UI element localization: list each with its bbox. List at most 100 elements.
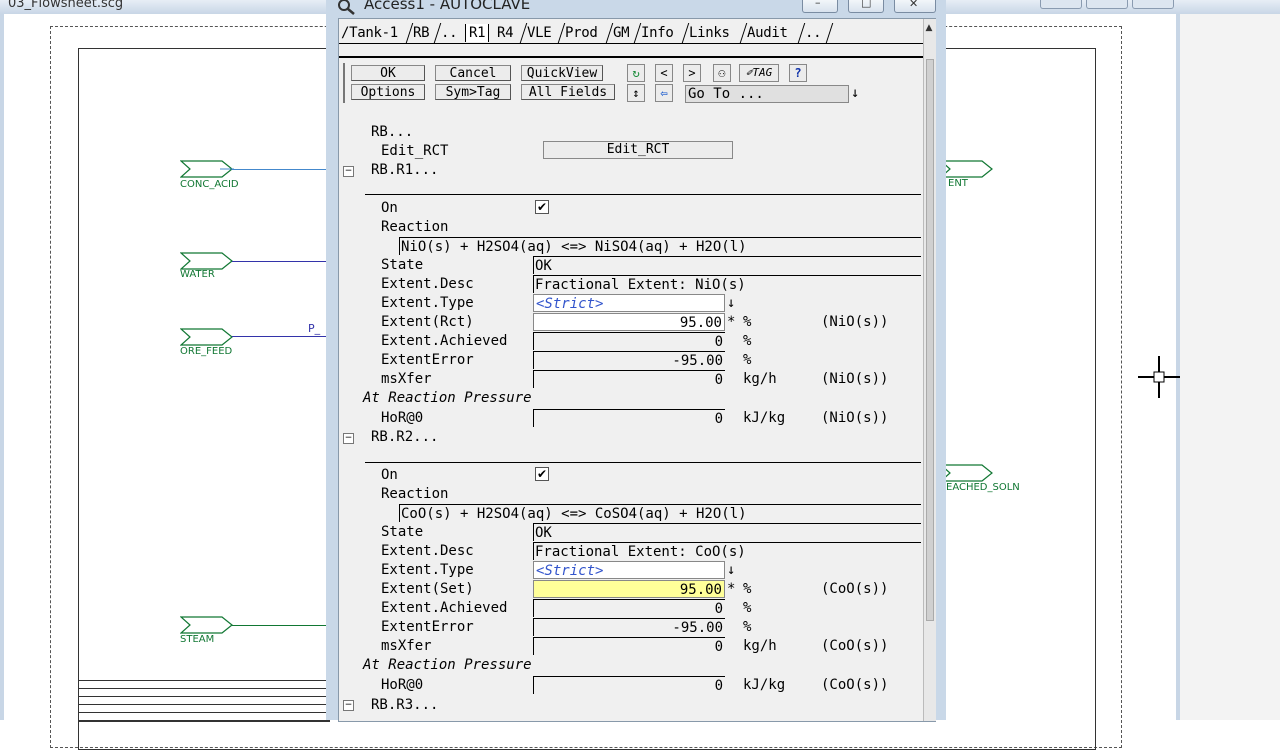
stream-arrow-conc-acid-icon[interactable] <box>180 160 234 178</box>
maximize-button[interactable]: □ <box>848 0 884 13</box>
quickview-button[interactable]: QuickView <box>521 65 603 81</box>
r2-extent-label: Extent(Set) <box>381 581 474 597</box>
toolbar-separator <box>343 63 345 103</box>
help-button[interactable]: ? <box>789 64 807 82</box>
r1-achieved-value: 0 <box>533 332 725 350</box>
tab-vle[interactable]: VLE <box>527 24 552 42</box>
r2-error-value: -95.00 <box>533 618 725 636</box>
sym-tag-button[interactable]: Sym>Tag <box>435 84 511 100</box>
previous-button[interactable]: < <box>655 64 673 82</box>
close-button[interactable]: ✕ <box>894 0 936 13</box>
background-close-button[interactable] <box>1132 0 1174 9</box>
r1-extent-species: (NiO(s)) <box>821 314 889 330</box>
r1-msxfer-value: 0 <box>533 370 725 388</box>
r1-hor-label: HoR@0 <box>381 410 424 426</box>
up-down-icon[interactable]: ↕ <box>627 84 645 102</box>
goto-dropdown[interactable]: Go To ... <box>685 85 849 103</box>
desktop-area <box>1180 14 1280 720</box>
r2-hor-unit: kJ/kg <box>743 677 786 693</box>
title-block <box>78 680 330 722</box>
edit-rct-button[interactable]: Edit_RCT <box>543 141 733 159</box>
stream-line <box>232 261 326 262</box>
r1-on-checkbox[interactable]: ✔ <box>535 200 549 214</box>
stream-arrow-steam-icon[interactable] <box>180 616 234 634</box>
collapse-r2-icon[interactable]: − <box>343 433 354 444</box>
r2-msxfer-unit: kg/h <box>743 638 777 654</box>
r2-extent-type-label: Extent.Type <box>381 562 474 578</box>
background-maximize-button[interactable] <box>1086 0 1128 9</box>
stream-arrow-ent-icon[interactable] <box>940 160 994 178</box>
access-window: Access1 - AUTOCLAVE – □ ✕ /Tank-1 RB .. … <box>326 0 946 722</box>
r1-state-label: State <box>381 257 424 273</box>
minimize-button[interactable]: – <box>802 0 838 13</box>
tab-dots-2[interactable]: .. <box>805 24 822 42</box>
stream-label-conc-acid: CONC_ACID <box>180 179 239 190</box>
r2-group-rule <box>365 462 921 463</box>
refresh-icon[interactable]: ↻ <box>627 64 645 82</box>
tab-separator <box>825 23 834 43</box>
r2-reaction-value[interactable]: CoO(s) + H2SO4(aq) <=> CoSO4(aq) + H2O(l… <box>399 504 921 522</box>
back-arrow-icon[interactable]: ⇦ <box>655 84 673 102</box>
r2-error-unit: % <box>743 619 752 635</box>
stream-label-ent: ENT <box>948 178 968 189</box>
r1-extent-input[interactable]: 95.00 <box>533 313 725 331</box>
background-minimize-button[interactable] <box>1040 0 1082 9</box>
tag-button[interactable]: ✐TAG <box>739 64 779 82</box>
r2-extent-desc-value: Fractional Extent: CoO(s) <box>533 542 921 560</box>
stream-arrow-leached-soln-icon[interactable] <box>940 464 994 482</box>
scroll-up-icon[interactable]: ▲ <box>923 23 935 37</box>
scrollbar-thumb[interactable] <box>926 59 934 621</box>
r1-extent-unit: % <box>743 314 752 330</box>
r2-state-value: OK <box>533 523 921 541</box>
tab-links[interactable]: Links <box>689 24 730 42</box>
r2-extent-type-dropdown-icon[interactable]: ↓ <box>727 561 735 579</box>
ok-button[interactable]: OK <box>351 65 425 81</box>
stream-label-water: WATER <box>180 269 215 280</box>
stream-arrow-water-icon[interactable] <box>180 252 234 270</box>
binoculars-icon[interactable]: ⚇ <box>713 64 731 82</box>
tab-prod[interactable]: Prod <box>565 24 598 42</box>
tab-gm[interactable]: GM <box>613 24 630 42</box>
window-title: Access1 - AUTOCLAVE <box>364 0 531 13</box>
r1-extent-type-dropdown-icon[interactable]: ↓ <box>727 294 735 312</box>
collapse-r3-icon[interactable]: − <box>343 700 354 711</box>
tab-r1[interactable]: R1 <box>465 24 490 42</box>
r2-extent-unit: % <box>743 581 752 597</box>
r2-extent-type-select[interactable]: <Strict> <box>533 561 725 579</box>
r2-hor-label: HoR@0 <box>381 677 424 693</box>
r2-on-label: On <box>381 467 398 483</box>
stream-line <box>232 336 326 337</box>
crosshair-cursor-icon <box>1138 356 1180 398</box>
r1-hor-value: 0 <box>533 409 725 427</box>
stream-arrow-ore-feed-icon[interactable] <box>180 328 234 346</box>
r1-extent-desc-value: Fractional Extent: NiO(s) <box>533 275 921 293</box>
maximize-icon: □ <box>861 0 872 9</box>
r1-extent-label: Extent(Rct) <box>381 314 474 330</box>
r2-extent-star: * <box>727 581 736 597</box>
collapse-r1-icon[interactable]: − <box>343 166 354 177</box>
r1-error-value: -95.00 <box>533 351 725 369</box>
r2-extent-input[interactable]: 95.00 <box>533 580 725 598</box>
next-button[interactable]: > <box>683 64 701 82</box>
magnifier-icon <box>338 0 355 15</box>
r1-extent-type-select[interactable]: <Strict> <box>533 294 725 312</box>
r2-hor-value: 0 <box>533 676 725 694</box>
tab-tank-1[interactable]: /Tank-1 <box>341 24 398 42</box>
goto-dropdown-arrow-icon[interactable]: ↓ <box>851 85 859 101</box>
all-fields-button[interactable]: All Fields <box>521 84 615 100</box>
tab-audit[interactable]: Audit <box>747 24 788 42</box>
r2-extent-desc-label: Extent.Desc <box>381 543 474 559</box>
options-button[interactable]: Options <box>351 84 425 100</box>
cancel-button[interactable]: Cancel <box>435 65 511 81</box>
tab-r4[interactable]: R4 <box>497 24 514 42</box>
r2-on-checkbox[interactable]: ✔ <box>535 467 549 481</box>
r2-reaction-label: Reaction <box>381 486 449 502</box>
r2-achieved-value: 0 <box>533 599 725 617</box>
tab-dots-1[interactable]: .. <box>441 24 458 42</box>
tab-info[interactable]: Info <box>641 24 674 42</box>
r1-reaction-value[interactable]: NiO(s) + H2SO4(aq) <=> NiSO4(aq) + H2O(l… <box>399 237 921 255</box>
r2-error-label: ExtentError <box>381 619 474 635</box>
stream-label-ore-feed: ORE_FEED <box>180 346 233 357</box>
rb-header: RB... <box>371 124 414 140</box>
tab-rb[interactable]: RB <box>413 24 430 42</box>
